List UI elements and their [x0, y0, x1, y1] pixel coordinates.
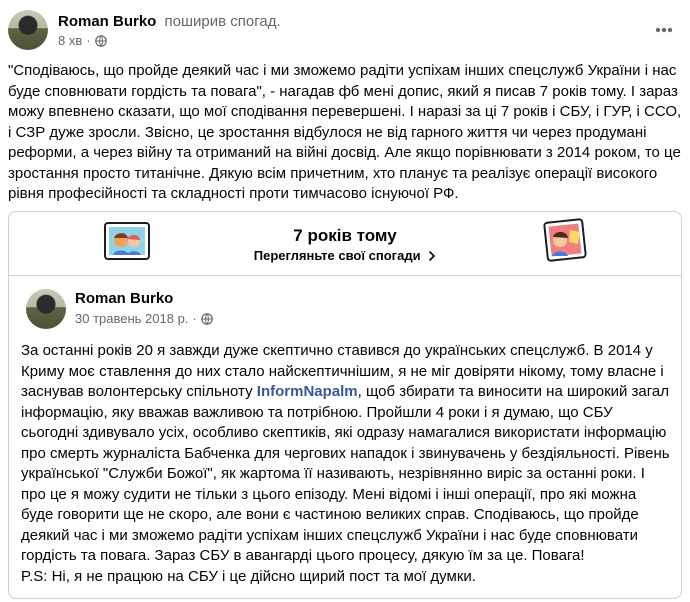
original-post-header: Roman Burko 30 травень 2018 р. ·: [26, 289, 426, 329]
original-post-ps: P.S: Ні, я не працюю на СБУ і це дійсно …: [21, 568, 476, 585]
view-memories-label: Перегляньте свої спогади: [253, 248, 421, 263]
globe-icon[interactable]: [200, 312, 213, 325]
shared-memory-text: поширив спогад.: [164, 13, 281, 30]
memory-banner[interactable]: 7 років тому Перегляньте свої спогади: [9, 212, 681, 276]
original-post-text: За останні років 20 я завжди дуже скепти…: [21, 341, 671, 567]
memory-card: 7 років тому Перегляньте свої спогади Ro…: [8, 211, 682, 599]
meta-separator: ·: [192, 311, 197, 326]
author-name[interactable]: Roman Burko: [58, 13, 156, 30]
post-text: "Сподіваюсь, що пройде деякий час і ми з…: [8, 62, 682, 202]
more-horizontal-icon: [655, 27, 673, 33]
original-author-name[interactable]: Roman Burko: [75, 290, 173, 308]
post-header: Roman Burko поширив спогад. 8 хв ·: [8, 8, 682, 54]
globe-icon[interactable]: [94, 34, 107, 47]
chevron-right-icon: [429, 251, 435, 261]
meta-separator: ·: [86, 33, 91, 48]
more-options-button[interactable]: [650, 16, 678, 44]
author-avatar[interactable]: [8, 10, 48, 50]
original-post-meta: 30 травень 2018 р. ·: [75, 311, 213, 326]
memory-sticker-right-icon: [543, 218, 587, 262]
original-post-date[interactable]: 30 травень 2018 р.: [75, 311, 188, 326]
informnapalm-tag-link[interactable]: InformNapalm: [257, 383, 358, 400]
author-line: Roman Burko поширив спогад.: [58, 13, 281, 31]
post-meta: 8 хв ·: [58, 33, 107, 48]
original-author-avatar[interactable]: [26, 289, 66, 329]
post-time[interactable]: 8 хв: [58, 33, 82, 48]
original-text-part-2: , щоб збирати та виносити на широкий заг…: [21, 383, 670, 564]
